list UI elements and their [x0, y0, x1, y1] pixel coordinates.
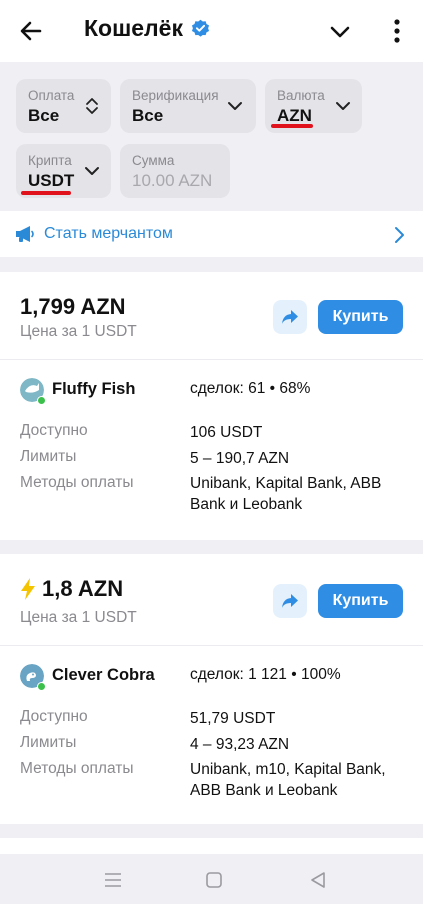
buy-button[interactable]: Купить: [318, 300, 403, 334]
offer-card: 1,8 AZN Цена за 1 USDT Купить Clever Cob…: [0, 554, 423, 824]
currency-filter-value: AZN: [277, 106, 312, 125]
payment-filter[interactable]: Оплата Все: [16, 79, 111, 133]
more-menu-icon[interactable]: [390, 18, 404, 44]
card-divider: [0, 359, 423, 360]
limits-label: Лимиты: [20, 448, 77, 465]
available-value: 51,79 USDT: [190, 710, 276, 727]
payment-methods-label: Методы оплаты: [20, 760, 134, 777]
seller-name[interactable]: Clever Cobra: [52, 666, 155, 685]
back-arrow-icon[interactable]: [18, 18, 44, 44]
available-label: Доступно: [20, 422, 88, 439]
recent-apps-icon[interactable]: [104, 872, 122, 888]
online-status-dot: [37, 396, 46, 405]
share-button[interactable]: [273, 300, 307, 334]
home-icon[interactable]: [206, 872, 222, 888]
currency-red-underline: [271, 124, 313, 128]
crypto-red-underline: [21, 191, 71, 195]
chevron-down-icon: [228, 102, 242, 110]
offer-price: 1,799 AZN: [20, 294, 126, 319]
limits-value: 5 – 190,7 AZN: [190, 450, 290, 467]
card-divider: [0, 645, 423, 646]
payment-filter-value: Все: [28, 106, 60, 125]
payment-methods-value: Unibank, Kapital Bank, ABB Bank и Leoban…: [190, 475, 382, 513]
crypto-filter-value: USDT: [28, 171, 75, 190]
offer-price-wrap: 1,799 AZN: [20, 294, 126, 320]
offer-price: 1,8 AZN: [42, 576, 124, 601]
page-title: Кошелёк: [84, 15, 183, 41]
offer-price-unit: Цена за 1 USDT: [20, 323, 137, 340]
limits-label: Лимиты: [20, 734, 77, 751]
verification-filter-value: Все: [132, 106, 164, 125]
chevron-right-icon: [395, 227, 404, 243]
share-arrow-icon: [282, 310, 298, 324]
filters-panel: Оплата Все Верификация Все Валюта AZN Кр…: [0, 62, 423, 210]
lightning-icon: [21, 578, 35, 600]
seller-name[interactable]: Fluffy Fish: [52, 380, 135, 399]
megaphone-icon: [16, 226, 34, 242]
become-merchant-row[interactable]: Стать мерчантом: [0, 211, 423, 257]
chevron-down-icon: [85, 167, 99, 175]
system-nav-bar: [0, 854, 423, 904]
crypto-filter[interactable]: Крипта USDT: [16, 144, 111, 198]
share-button[interactable]: [273, 584, 307, 618]
offer-price-wrap: 1,8 AZN: [20, 576, 123, 602]
amount-field[interactable]: Сумма 10.00 AZN: [120, 144, 230, 198]
limits-value: 4 – 93,23 AZN: [190, 736, 290, 753]
buy-button[interactable]: Купить: [318, 584, 403, 618]
system-back-icon[interactable]: [310, 872, 326, 888]
online-status-dot: [37, 682, 46, 691]
verification-filter[interactable]: Верификация Все: [120, 79, 256, 133]
share-arrow-icon: [282, 594, 298, 608]
sort-updown-icon: [86, 98, 98, 114]
verified-badge-icon: [191, 19, 210, 37]
app-header: Кошелёк: [0, 0, 423, 62]
payment-filter-label: Оплата: [28, 88, 75, 103]
verification-filter-label: Верификация: [132, 88, 219, 103]
payment-methods-value: Unibank, m10, Kapital Bank, ABB Bank и L…: [190, 761, 386, 799]
amount-field-label: Сумма: [132, 153, 175, 168]
chevron-down-icon: [336, 102, 350, 110]
payment-methods-label: Методы оплаты: [20, 474, 134, 491]
chevron-down-icon[interactable]: [328, 22, 352, 42]
seller-deals: сделок: 61 • 68%: [190, 380, 311, 397]
available-value: 106 USDT: [190, 424, 263, 441]
offer-price-unit: Цена за 1 USDT: [20, 609, 137, 626]
amount-field-placeholder: 10.00 AZN: [132, 171, 213, 190]
offer-card: 1,799 AZN Цена за 1 USDT Купить Fluffy F…: [0, 272, 423, 540]
seller-deals: сделок: 1 121 • 100%: [190, 666, 341, 683]
page-title-wrap: Кошелёк: [84, 15, 210, 42]
crypto-filter-label: Крипта: [28, 153, 72, 168]
available-label: Доступно: [20, 708, 88, 725]
become-merchant-label: Стать мерчантом: [44, 225, 173, 242]
next-offer-card-edge: [0, 838, 423, 854]
currency-filter-label: Валюта: [277, 88, 325, 103]
currency-filter[interactable]: Валюта AZN: [265, 79, 362, 133]
